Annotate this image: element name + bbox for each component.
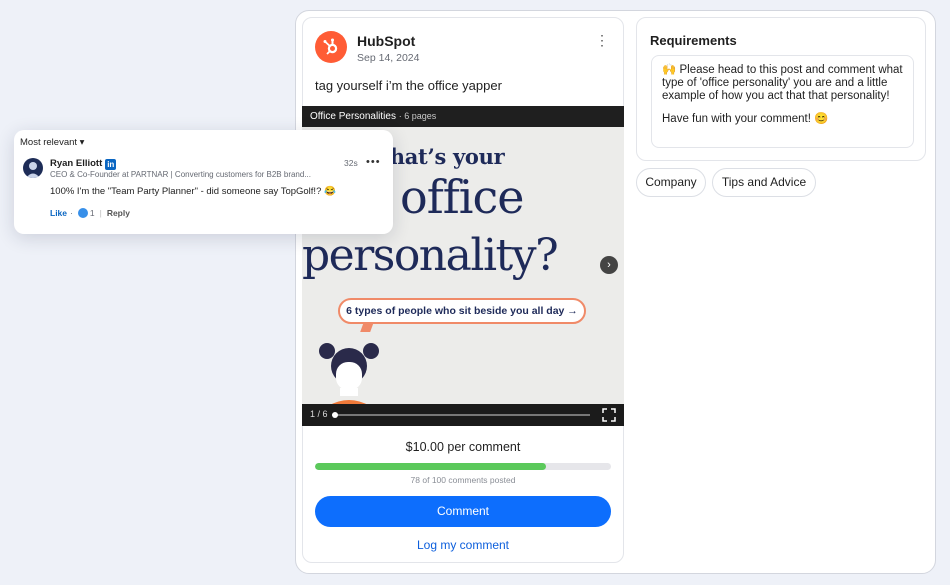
comment-actions: Like · 1 | Reply [50, 208, 130, 218]
tag-company[interactable]: Company [636, 168, 706, 197]
fullscreen-icon[interactable] [602, 408, 616, 422]
comment-more-icon[interactable]: ••• [366, 156, 381, 168]
commenter-avatar[interactable] [23, 158, 43, 178]
commenter-name-row[interactable]: Ryan Elliott in [50, 158, 117, 170]
post-text: tag yourself i’m the office yapper [315, 78, 502, 93]
post-date: Sep 14, 2024 [357, 52, 420, 64]
slide-scrubber-handle[interactable] [332, 412, 338, 418]
bounty-price: $10.00 per comment [405, 440, 521, 454]
hubspot-logo-avatar[interactable] [315, 31, 347, 63]
slide-scrubber[interactable] [332, 414, 590, 416]
carousel-controls: 1 / 6 [302, 404, 624, 426]
commenter-name[interactable]: Ryan Elliott [50, 158, 102, 169]
linkedin-icon: in [105, 159, 117, 170]
slide-headline-line3: personality? [302, 230, 559, 281]
requirements-box: 🙌 Please head to this post and comment w… [651, 55, 914, 148]
comment-preview-popup: Most relevant ▾ Ryan Elliott in CEO & Co-… [14, 130, 393, 234]
comment-time: 32s [344, 158, 358, 168]
chevron-right-icon[interactable]: › [600, 256, 618, 274]
carousel-doc-title: Office Personalities [310, 111, 396, 122]
log-my-comment-link[interactable]: Log my comment [302, 538, 624, 552]
comment-text: 100% I'm the "Team Party Planner" - did … [50, 186, 336, 197]
post-author-name[interactable]: HubSpot [357, 33, 415, 49]
requirements-card: Requirements 🙌 Please head to this post … [636, 17, 926, 161]
comment-button[interactable]: Comment [315, 496, 611, 527]
reaction-count[interactable]: 1 [90, 208, 95, 218]
carousel-pages-count: 6 pages [404, 111, 437, 121]
carousel-title-bar: Office Personalities · 6 pages [302, 106, 624, 127]
sort-dropdown[interactable]: Most relevant ▾ [20, 137, 84, 148]
slide-speech-bubble: 6 types of people who sit beside you all… [338, 298, 586, 324]
requirements-instructions: 🙌 Please head to this post and comment w… [662, 64, 903, 102]
like-button[interactable]: Like [50, 208, 67, 218]
requirements-title: Requirements [650, 33, 737, 48]
reply-button[interactable]: Reply [107, 208, 130, 218]
hubspot-sprocket-icon [323, 38, 338, 55]
requirements-note: Have fun with your comment! 😊 [662, 113, 829, 125]
slide-headline-line2: office [400, 170, 524, 224]
action-dot: · [70, 208, 73, 218]
thumbs-up-reaction-icon [77, 208, 88, 218]
action-separator: | [99, 208, 102, 218]
comments-progress-fill [315, 463, 546, 470]
commenter-headline: CEO & Co-Founder at PARTNAR | Converting… [50, 170, 311, 179]
comments-progress-label: 78 of 100 comments posted [410, 475, 516, 485]
tag-tips-and-advice[interactable]: Tips and Advice [712, 168, 816, 197]
post-more-options-icon[interactable]: ⋮ [595, 33, 609, 47]
comments-progress-bar [315, 463, 611, 470]
slide-counter: 1 / 6 [310, 409, 328, 419]
post-header: HubSpot Sep 14, 2024 ⋮ [315, 31, 615, 71]
person-silhouette-icon [26, 162, 40, 178]
